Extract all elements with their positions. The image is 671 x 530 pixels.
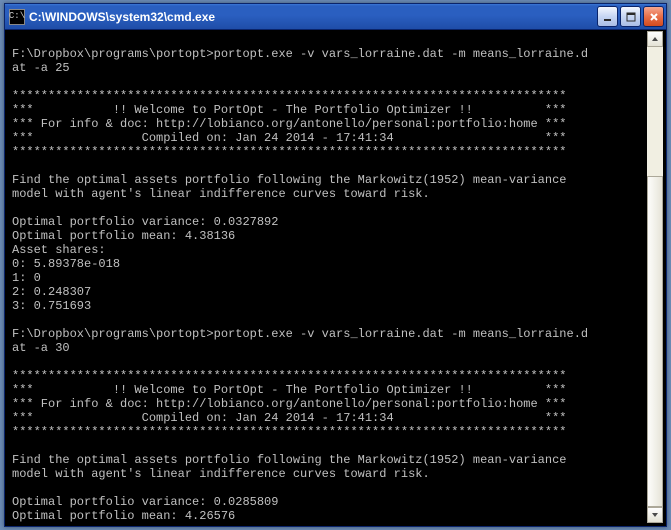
cmd-window: C:\ C:\WINDOWS\system32\cmd.exe F:\Dropb…	[4, 3, 667, 527]
banner-line: *** !! Welcome to PortOpt - The Portfoli…	[12, 383, 643, 397]
terminal-output[interactable]: F:\Dropbox\programs\portopt>portopt.exe …	[8, 31, 647, 523]
banner-line: *** Compiled on: Jan 24 2014 - 17:41:34 …	[12, 131, 643, 145]
cmd-line: at -a 25	[12, 61, 643, 75]
desc-line: Find the optimal assets portfolio follow…	[12, 453, 643, 467]
scroll-up-button[interactable]	[647, 31, 663, 47]
minimize-button[interactable]	[597, 6, 618, 27]
result-line: Optimal portfolio variance: 0.0285809	[12, 495, 643, 509]
cmd-icon: C:\	[9, 9, 25, 25]
banner-line: *** For info & doc: http://lobianco.org/…	[12, 117, 643, 131]
cmd-line: F:\Dropbox\programs\portopt>portopt.exe …	[12, 47, 643, 61]
cmd-line: at -a 30	[12, 341, 643, 355]
window-controls	[597, 6, 664, 27]
result-line: Optimal portfolio mean: 4.26576	[12, 509, 643, 523]
banner-line: *** For info & doc: http://lobianco.org/…	[12, 397, 643, 411]
shares-label: Asset shares:	[12, 243, 643, 257]
titlebar[interactable]: C:\ C:\WINDOWS\system32\cmd.exe	[5, 4, 666, 30]
banner-line: ****************************************…	[12, 425, 643, 439]
scroll-track[interactable]	[647, 47, 663, 507]
desc-line: model with agent's linear indifference c…	[12, 187, 643, 201]
result-line: Optimal portfolio mean: 4.38136	[12, 229, 643, 243]
banner-line: ****************************************…	[12, 145, 643, 159]
vertical-scrollbar[interactable]	[647, 31, 663, 523]
window-title: C:\WINDOWS\system32\cmd.exe	[29, 10, 597, 24]
desc-line: model with agent's linear indifference c…	[12, 467, 643, 481]
result-line: Optimal portfolio variance: 0.0327892	[12, 215, 643, 229]
banner-line: ****************************************…	[12, 89, 643, 103]
scroll-down-button[interactable]	[647, 507, 663, 523]
scroll-thumb[interactable]	[647, 176, 663, 507]
desc-line: Find the optimal assets portfolio follow…	[12, 173, 643, 187]
maximize-button[interactable]	[620, 6, 641, 27]
banner-line: *** Compiled on: Jan 24 2014 - 17:41:34 …	[12, 411, 643, 425]
banner-line: *** !! Welcome to PortOpt - The Portfoli…	[12, 103, 643, 117]
cmd-line: F:\Dropbox\programs\portopt>portopt.exe …	[12, 327, 643, 341]
share-row: 3: 0.751693	[12, 299, 643, 313]
banner-line: ****************************************…	[12, 369, 643, 383]
share-row: 2: 0.248307	[12, 285, 643, 299]
close-button[interactable]	[643, 6, 664, 27]
share-row: 1: 0	[12, 271, 643, 285]
share-row: 0: 5.89378e-018	[12, 257, 643, 271]
